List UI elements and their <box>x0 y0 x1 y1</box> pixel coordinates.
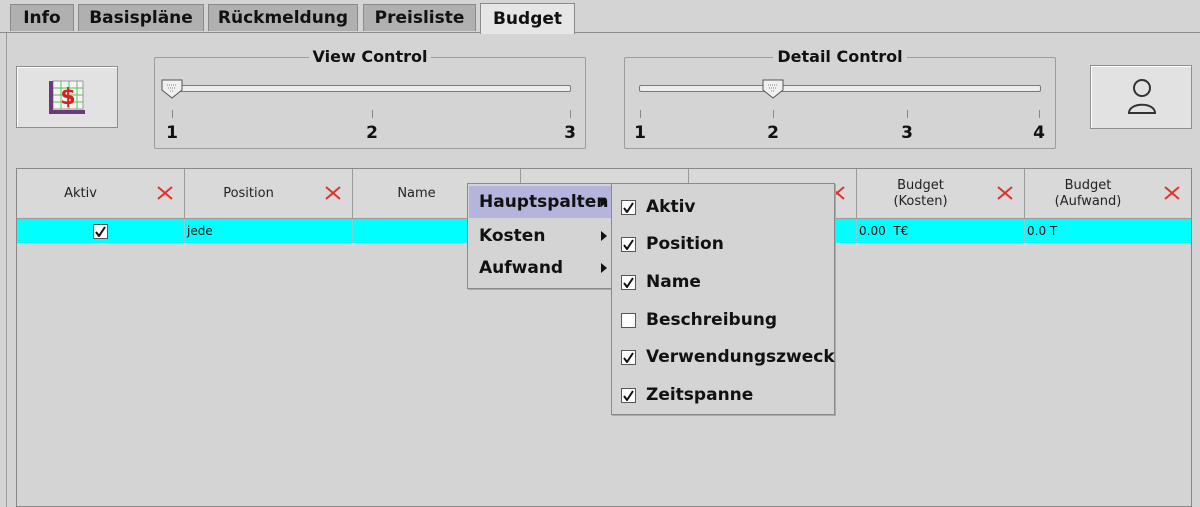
tab-info[interactable]: Info <box>10 4 74 31</box>
submenu-item-label: Zeitspanne <box>646 385 754 405</box>
view-control-group: View Control 1 2 3 <box>154 47 586 149</box>
tab-basisplaene[interactable]: Basispläne <box>78 4 204 31</box>
column-checkbox[interactable] <box>621 388 636 403</box>
detail-control-tick <box>907 110 908 118</box>
view-control-slider-thumb[interactable] <box>161 79 183 103</box>
menu-item-aufwand[interactable]: Aufwand <box>469 252 613 284</box>
submenu-item-aktiv[interactable]: Aktiv <box>613 189 833 226</box>
tab-preisliste[interactable]: Preisliste <box>363 4 476 31</box>
detail-control-track[interactable] <box>639 85 1041 92</box>
user-icon <box>1126 78 1158 120</box>
detail-control-tick-label: 1 <box>634 123 646 143</box>
column-header-budget-kosten[interactable]: Budget (Kosten) <box>857 169 1025 219</box>
cell-budget-aufwand[interactable]: 0.0 T <box>1025 219 1191 243</box>
cell-position[interactable]: jede <box>185 219 353 243</box>
submenu-item-verwendungszweck[interactable]: Verwendungszweck <box>613 339 835 376</box>
menu-item-kosten[interactable]: Kosten <box>469 220 613 252</box>
remove-column-icon[interactable] <box>156 185 174 205</box>
menu-item-hauptspalten[interactable]: Hauptspalten <box>469 186 613 218</box>
submenu-item-zeitspanne[interactable]: Zeitspanne <box>613 377 833 414</box>
budget-chart-button[interactable]: $ <box>16 66 118 128</box>
submenu-item-label: Position <box>646 234 724 254</box>
column-checkbox[interactable] <box>621 275 636 290</box>
view-control-track[interactable] <box>167 85 571 92</box>
view-control-title: View Control <box>155 47 585 66</box>
column-checkbox[interactable] <box>621 350 636 365</box>
submenu-item-position[interactable]: Position <box>613 226 833 263</box>
menu-item-label: Hauptspalten <box>479 192 609 212</box>
column-checkbox[interactable] <box>621 313 636 328</box>
user-button[interactable] <box>1090 65 1192 129</box>
menu-item-label: Aufwand <box>479 258 564 278</box>
view-control-tick <box>172 110 173 118</box>
submenu-arrow-icon <box>601 263 607 273</box>
tab-budget[interactable]: Budget <box>480 3 575 34</box>
column-header-label: Position <box>223 185 274 201</box>
view-control-tick-label: 2 <box>366 123 378 143</box>
view-control-tick <box>372 110 373 118</box>
detail-control-tick <box>1039 110 1040 118</box>
view-control-tick-label: 1 <box>166 123 178 143</box>
svg-text:$: $ <box>60 85 75 110</box>
column-checkbox[interactable] <box>621 237 636 252</box>
column-header-label: Aktiv <box>64 185 97 201</box>
view-control-tick <box>570 110 571 118</box>
submenu-item-label: Name <box>646 272 701 292</box>
submenu-arrow-icon <box>601 197 607 207</box>
cell-aktiv[interactable] <box>17 219 185 243</box>
view-control-tick-label: 3 <box>564 123 576 143</box>
detail-control-tick-label: 2 <box>767 123 779 143</box>
detail-control-group: Detail Control 1 2 3 4 <box>624 47 1056 149</box>
tab-rueckmeldung[interactable]: Rückmeldung <box>208 4 358 31</box>
remove-column-icon[interactable] <box>324 185 342 205</box>
submenu-arrow-icon <box>601 231 607 241</box>
column-header-label: Budget (Kosten) <box>893 177 948 209</box>
detail-control-tick <box>773 110 774 118</box>
detail-control-tick-label: 3 <box>901 123 913 143</box>
remove-column-icon[interactable] <box>1163 185 1181 205</box>
hauptspalten-submenu: Aktiv Position Name Beschreibung Verwend… <box>611 183 835 415</box>
column-header-label: Name <box>397 185 436 201</box>
submenu-item-beschreibung[interactable]: Beschreibung <box>613 302 833 339</box>
column-header-position[interactable]: Position <box>185 169 353 219</box>
column-header-label: Budget (Aufwand) <box>1054 177 1122 209</box>
cell-budget-kosten[interactable]: 0.00 T€ <box>857 219 1025 243</box>
submenu-item-label: Aktiv <box>646 197 696 217</box>
aktiv-checkbox[interactable] <box>93 224 108 239</box>
detail-control-title: Detail Control <box>625 47 1055 66</box>
column-header-aktiv[interactable]: Aktiv <box>17 169 185 219</box>
detail-control-tick-label: 4 <box>1033 123 1045 143</box>
column-header-budget-aufwand[interactable]: Budget (Aufwand) <box>1025 169 1191 219</box>
detail-control-slider-thumb[interactable] <box>762 79 784 103</box>
column-context-menu: Hauptspalten Kosten Aufwand <box>467 183 615 289</box>
menu-item-label: Kosten <box>479 226 546 246</box>
submenu-item-name[interactable]: Name <box>613 264 833 301</box>
submenu-item-label: Beschreibung <box>646 310 778 330</box>
tab-bar: Info Basispläne Rückmeldung Preisliste B… <box>0 0 1200 34</box>
budget-chart-icon: $ <box>47 79 87 121</box>
detail-control-tick <box>640 110 641 118</box>
submenu-item-label: Verwendungszweck <box>646 347 835 367</box>
remove-column-icon[interactable] <box>996 185 1014 205</box>
column-checkbox[interactable] <box>621 200 636 215</box>
